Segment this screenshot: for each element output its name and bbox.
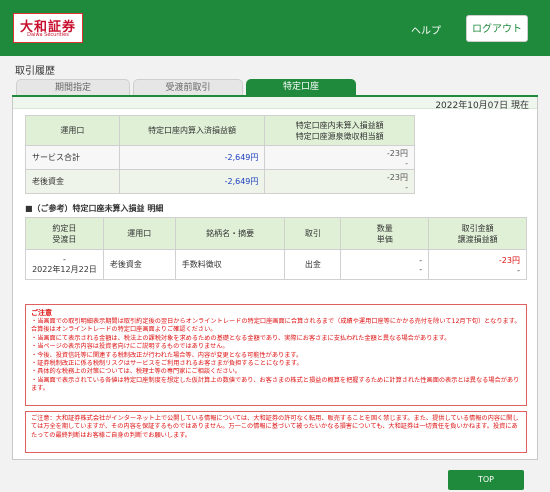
quantity-value: - <box>419 255 423 265</box>
notice-item: 当画面にて表示される金額は、税法上の課税対象を求めるための基礎となる金額であり、… <box>31 335 521 343</box>
table-row: サービス合計 -2,649円 -23円 - <box>25 145 415 170</box>
daiwa-logo[interactable]: 大和証券 Daiwa Securities <box>13 13 83 43</box>
summary-header-unincluded: 特定口座内未算入損益額 特定口座源泉徴収相当額 <box>264 115 415 146</box>
contract-date-header: 約定日 <box>52 223 77 233</box>
logout-button[interactable]: ログアウト <box>466 15 528 42</box>
unincluded-pl-cell: -23円 - <box>264 169 415 194</box>
amount-cell: -23円 - <box>428 249 527 280</box>
summary-header-unincluded-label: 特定口座内未算入損益額 <box>295 120 384 130</box>
notice-item: 今後、投資信託等に関連する税制改正が行われた場合等、内容が変更となる可能性があり… <box>31 352 521 360</box>
dates-cell: - 2022年12月22日 <box>25 249 104 280</box>
tab-period[interactable]: 期間指定 <box>16 79 130 96</box>
transfer-pl-header: 譲渡損益額 <box>457 234 498 244</box>
contract-date: - <box>62 254 66 264</box>
trade-amount-header: 取引金額 <box>461 223 494 233</box>
name-header: 銘柄名・摘要 <box>174 217 286 250</box>
notice-item: 当画面での取引明細表示期間は取引約定後の翌日からオンライントレードの特定口座画面… <box>31 318 521 335</box>
logo-subtext: Daiwa Securities <box>27 32 69 38</box>
unincluded-pl-cell: -23円 - <box>264 145 415 170</box>
content-panel: 2022年10月07日 現在 運用口 特定口座内算入済損益額 特定口座内未算入損… <box>12 97 538 460</box>
disclaimer-box: ご注意：大和証券株式会社がインターネット上で公開している情報については、大和証券… <box>25 411 527 453</box>
date-strip: 2022年10月07日 現在 <box>13 97 537 111</box>
unit-price-header: 単価 <box>376 234 393 244</box>
transfer-pl-value: - <box>517 265 520 275</box>
page-title: 取引履歴 <box>15 66 55 77</box>
name-cell: 手数料徴収 <box>174 249 286 280</box>
app-header: 大和証券 Daiwa Securities ヘルプ ログアウト <box>0 0 550 56</box>
top-button[interactable]: TOP <box>448 470 524 490</box>
row-label: 老後資金 <box>25 169 120 194</box>
row-label: サービス合計 <box>25 145 120 170</box>
withholding-value: - <box>405 158 408 168</box>
notice-list: 当画面での取引明細表示期間は取引約定後の翌日からオンライントレードの特定口座画面… <box>31 318 521 394</box>
notice-box: ご注意 当画面での取引明細表示期間は取引約定後の翌日からオンライントレードの特定… <box>25 304 527 406</box>
included-pl-value: -2,649円 <box>118 145 266 170</box>
trade-amount-value: -23円 <box>498 255 520 265</box>
table-row: - 2022年12月22日 老後資金 手数料徴収 出金 - - -23円 - <box>25 249 527 280</box>
quantity-header: 数量 <box>376 223 393 233</box>
trade-header: 取引 <box>284 217 342 250</box>
delivery-date-header: 受渡日 <box>52 234 77 244</box>
amount-header: 取引金額 譲渡損益額 <box>428 217 527 250</box>
withholding-value: - <box>405 182 408 192</box>
detail-header-row: 約定日 受渡日 運用口 銘柄名・摘要 取引 数量 単価 取引金額 譲渡損益額 <box>25 217 527 250</box>
unincluded-pl-value: -23円 <box>386 148 408 158</box>
account-header: 運用口 <box>102 217 176 250</box>
table-row: 老後資金 -2,649円 -23円 - <box>25 169 415 194</box>
section-title: ■（ご参考）特定口座未算入損益 明細 <box>25 204 164 213</box>
notice-item: 当画面で表示されている各値は特定口座制度を想定した仮計算上の数値であり、お客さま… <box>31 377 521 394</box>
account-cell: 老後資金 <box>102 249 176 280</box>
tab-pending-delivery[interactable]: 受渡前取引 <box>133 79 243 96</box>
included-pl-value: -2,649円 <box>118 169 266 194</box>
unincluded-pl-value: -23円 <box>386 172 408 182</box>
help-link[interactable]: ヘルプ <box>411 22 441 37</box>
summary-header-included: 特定口座内算入済損益額 <box>118 115 266 146</box>
as-of-date: 2022年10月07日 現在 <box>435 101 529 111</box>
qty-price-cell: - - <box>340 249 430 280</box>
summary-header-row: 運用口 特定口座内算入済損益額 特定口座内未算入損益額 特定口座源泉徴収相当額 <box>25 115 415 146</box>
unit-price-value: - <box>419 264 423 274</box>
notice-item: 当ページの表示内容は投資者向けにご説明するものではありません。 <box>31 343 521 351</box>
tab-specific-account[interactable]: 特定口座 <box>246 79 356 96</box>
qty-price-header: 数量 単価 <box>340 217 430 250</box>
delivery-date: 2022年12月22日 <box>32 264 97 274</box>
trade-cell: 出金 <box>284 249 342 280</box>
detail-header-dates: 約定日 受渡日 <box>25 217 104 250</box>
summary-header-withholding-label: 特定口座源泉徴収相当額 <box>295 131 384 141</box>
detail-table: 約定日 受渡日 運用口 銘柄名・摘要 取引 数量 単価 取引金額 譲渡損益額 -… <box>25 217 527 280</box>
summary-header-account: 運用口 <box>25 115 120 146</box>
notice-item: 具体的な税務上の対策については、税理士等の専門家にご相談ください。 <box>31 368 521 376</box>
notice-title: ご注意 <box>31 309 52 317</box>
summary-table: 運用口 特定口座内算入済損益額 特定口座内未算入損益額 特定口座源泉徴収相当額 … <box>25 115 415 194</box>
